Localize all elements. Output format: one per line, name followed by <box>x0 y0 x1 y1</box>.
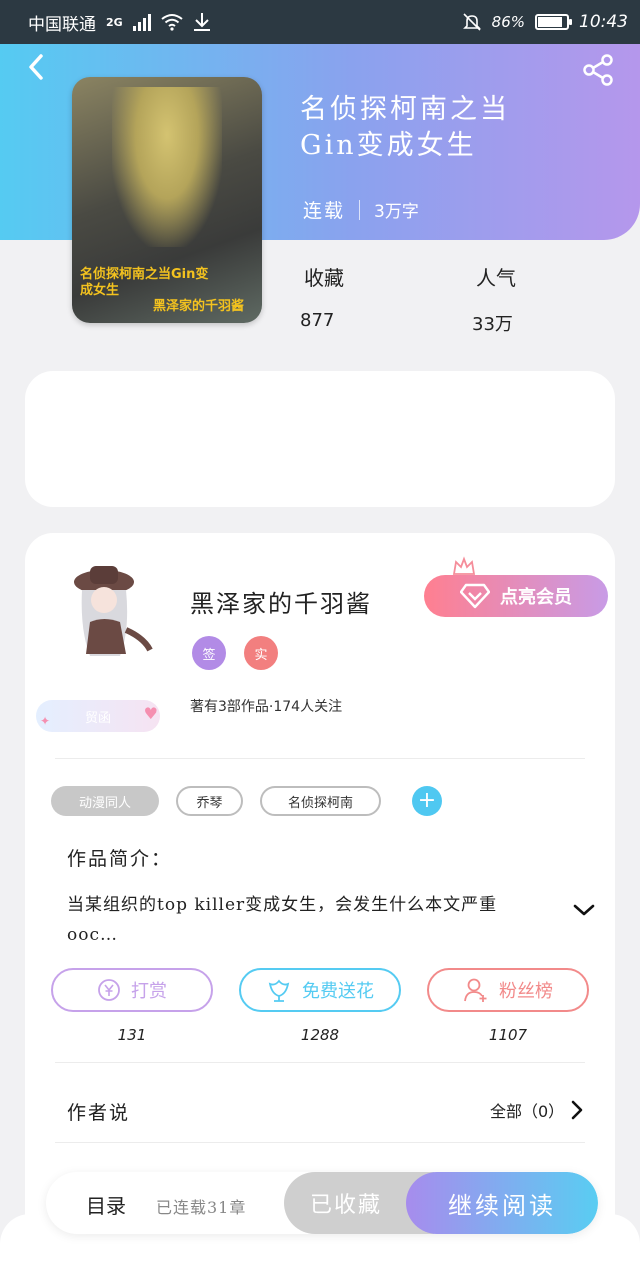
plus-icon: + <box>417 788 437 813</box>
tip-count: 131 <box>117 1026 147 1044</box>
verified-badge: 实 <box>244 636 278 670</box>
bottom-action-bar: 目录 已连载31章 已收藏 继续阅读 <box>46 1172 598 1234</box>
divider <box>55 758 585 759</box>
fan-ranking-label: 粉丝榜 <box>499 981 553 1002</box>
battery-percent: 86% <box>491 13 525 31</box>
author-says-all-link[interactable]: 全部（0） <box>490 1098 584 1122</box>
divider <box>55 1142 585 1143</box>
popularity-label: 人气 <box>476 266 516 290</box>
network-type: 2G <box>106 15 123 29</box>
tag-item[interactable]: 名侦探柯南 <box>260 786 381 816</box>
tip-label: 打赏 <box>131 981 167 1002</box>
word-count: 3万字 <box>374 202 419 222</box>
fan-count: 1107 <box>488 1026 528 1044</box>
serial-status: 连载 <box>303 200 346 222</box>
tip-button[interactable]: 打赏 <box>51 968 213 1012</box>
crown-icon <box>452 556 476 575</box>
chevron-down-icon[interactable] <box>572 898 596 922</box>
signed-badge: 签 <box>192 636 226 670</box>
tag-item[interactable]: 动漫同人 <box>51 786 159 816</box>
vip-label: 点亮会员 <box>500 587 572 608</box>
share-icon <box>583 54 613 86</box>
send-flower-button[interactable]: 免费送花 <box>239 968 401 1012</box>
toc-button[interactable]: 目录 <box>86 1190 126 1219</box>
author-stats: 著有3部作品·174人关注 <box>190 699 343 715</box>
chevron-left-icon <box>29 54 43 80</box>
fan-ranking-button[interactable]: 粉丝榜 <box>427 968 589 1012</box>
author-avatar[interactable] <box>60 560 156 664</box>
follow-button[interactable]: 贸函 ♥ ✦ <box>36 700 160 732</box>
author-name[interactable]: 黑泽家的千羽酱 <box>190 584 372 619</box>
placeholder-card <box>25 371 615 507</box>
favorites-label: 收藏 <box>304 266 344 290</box>
intro-text: 当某组织的top killer变成女生，会发生什么本文严重ooc… <box>67 895 498 945</box>
heart-icon: ♥ <box>143 704 158 723</box>
sparkle-icon: ✦ <box>40 714 51 728</box>
all-label: 全部（0） <box>490 1102 565 1121</box>
collected-label: 已收藏 <box>309 1193 382 1218</box>
carrier-label: 中国联通 <box>28 14 96 35</box>
status-bar: 中国联通 2G 86% 10:43 <box>0 0 640 44</box>
signal-icon <box>132 13 151 31</box>
download-icon <box>193 13 210 31</box>
continue-reading-button[interactable]: 继续阅读 <box>406 1172 598 1234</box>
meta-divider <box>359 199 361 220</box>
favorites-value: 877 <box>300 310 335 331</box>
diamond-icon <box>460 583 490 609</box>
book-cover[interactable]: 名侦探柯南之当Gin变 成女生 黑泽家的千羽酱 <box>72 77 262 323</box>
divider <box>55 1062 585 1063</box>
intro-heading: 作品简介： <box>67 848 173 870</box>
coin-icon <box>98 979 120 1001</box>
cover-illustration <box>112 87 222 247</box>
vip-button[interactable]: 点亮会员 <box>424 575 608 617</box>
follow-label: 贸函 <box>84 710 111 726</box>
cover-caption: 名侦探柯南之当Gin变 成女生 黑泽家的千羽酱 <box>80 267 244 314</box>
clock: 10:43 <box>579 12 628 32</box>
mute-bell-icon <box>462 13 481 31</box>
tag-item[interactable]: 乔琴 <box>176 786 243 816</box>
wifi-icon <box>161 14 183 31</box>
popularity-value: 33万 <box>472 314 513 335</box>
send-flower-label: 免费送花 <box>302 981 374 1002</box>
share-button[interactable] <box>580 52 616 88</box>
add-tag-button[interactable]: + <box>412 786 442 816</box>
flower-icon <box>268 979 290 1002</box>
back-button[interactable] <box>22 52 52 82</box>
chapter-count: 已连载31章 <box>156 1198 247 1217</box>
user-icon <box>464 978 487 1002</box>
flower-count: 1288 <box>300 1026 340 1044</box>
book-title: 名侦探柯南之当 Gin变成女生 <box>300 94 510 161</box>
battery-icon <box>535 14 572 30</box>
author-says-heading: 作者说 <box>67 1102 131 1124</box>
book-meta: 连载 3万字 <box>303 196 419 223</box>
avatar-illustration <box>74 566 153 656</box>
continue-reading-label: 继续阅读 <box>448 1191 556 1220</box>
chevron-right-icon <box>571 1100 583 1120</box>
